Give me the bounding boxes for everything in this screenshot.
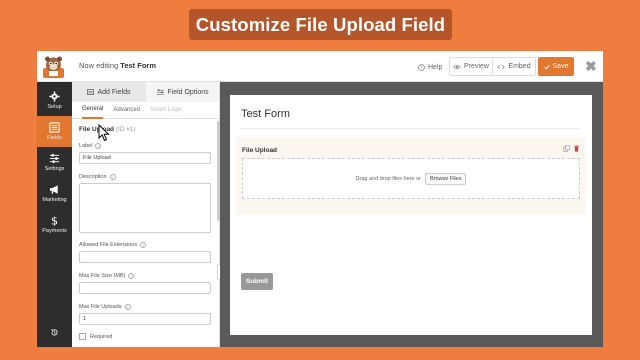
description-textarea[interactable]: [79, 183, 211, 233]
max-file-size-text: Max File Size (MB): [79, 273, 126, 279]
max-file-size-label: Max File Size (MB) ?: [79, 273, 212, 279]
subtab-general[interactable]: General: [82, 102, 104, 119]
panel-tabs: Add Fields Field Options: [72, 82, 219, 102]
browse-files-button[interactable]: Browse Files: [424, 172, 467, 185]
help-label: Help: [428, 63, 443, 71]
label-option-label: Label ?: [79, 143, 212, 149]
builder-topbar: Now editing Test Form ? Help Preview Emb…: [37, 51, 603, 82]
allowed-extensions-text: Allowed File Extensions: [79, 242, 138, 248]
gear-icon: [49, 91, 60, 102]
form-title-divider: [241, 128, 581, 129]
eye-icon: [453, 64, 461, 69]
help-tooltip-icon[interactable]: ?: [109, 174, 116, 180]
max-file-size-input[interactable]: [79, 282, 211, 294]
label-option-text: Label: [79, 143, 93, 149]
duplicate-icon[interactable]: [563, 145, 570, 152]
max-file-uploads-input[interactable]: 1: [79, 313, 211, 325]
save-label: Save: [552, 63, 569, 70]
max-file-uploads-text: Max File Uploads: [79, 304, 122, 310]
tab-field-options[interactable]: Field Options: [146, 82, 219, 102]
list-icon: [87, 89, 95, 95]
tab-field-options-label: Field Options: [167, 88, 209, 96]
general-options: File Upload (ID #1) Label ? File Upload …: [79, 126, 212, 340]
description-option-text: Description: [79, 174, 107, 180]
sliders-small-icon: [157, 89, 165, 95]
embed-button[interactable]: Embed: [492, 58, 535, 75]
svg-text:$: $: [51, 215, 58, 226]
mouse-cursor-icon: [98, 124, 110, 142]
form-preview-area: Test Form File Upload Drag and drop file…: [220, 82, 603, 347]
close-icon[interactable]: ✖: [585, 57, 597, 75]
required-checkbox[interactable]: [79, 333, 86, 340]
file-upload-field[interactable]: File Upload Drag and drop files here or …: [236, 137, 586, 215]
form-title: Test Form: [241, 108, 290, 120]
required-toggle-row: Required: [79, 333, 212, 340]
help-tooltip-icon[interactable]: ?: [140, 242, 147, 248]
sidebar-label-payments: Payments: [42, 228, 67, 234]
revisions-button[interactable]: [37, 318, 72, 347]
dollar-icon: $: [51, 215, 58, 226]
subtab-smart-logic[interactable]: Smart Logic: [150, 102, 182, 119]
dropzone-text: Drag and drop files here or: [355, 175, 421, 182]
form-preview-card: Test Form File Upload Drag and drop file…: [230, 95, 592, 335]
save-button[interactable]: Save: [538, 57, 574, 76]
sidebar-label-marketing: Marketing: [42, 197, 67, 203]
subtab-advanced[interactable]: Advanced: [113, 102, 140, 119]
preview-button[interactable]: Preview: [450, 58, 492, 75]
svg-text:?: ?: [420, 65, 422, 70]
tab-add-fields-label: Add Fields: [97, 88, 131, 96]
now-editing-prefix: Now editing: [79, 61, 119, 70]
help-tooltip-icon[interactable]: ?: [128, 273, 135, 279]
trash-icon[interactable]: [573, 145, 580, 152]
wpforms-logo-icon: [43, 56, 64, 78]
page-banner-title: Customize File Upload Field: [189, 9, 452, 40]
check-icon: [543, 64, 550, 70]
code-icon: [497, 64, 506, 69]
now-editing-text: Now editing Test Form: [79, 61, 156, 70]
required-label: Required: [90, 333, 113, 340]
help-tooltip-icon[interactable]: ?: [124, 304, 131, 310]
sidebar-item-payments[interactable]: $ Payments: [37, 209, 72, 240]
help-icon: ?: [418, 63, 425, 71]
sidebar-item-settings[interactable]: Settings: [37, 147, 72, 178]
sidebar-item-fields[interactable]: Fields: [37, 116, 72, 147]
sidebar-label-settings: Settings: [44, 166, 65, 172]
allowed-extensions-input[interactable]: [79, 251, 211, 263]
field-actions: [563, 145, 580, 152]
sidebar-item-marketing[interactable]: Marketing: [37, 178, 72, 209]
megaphone-icon: [49, 185, 58, 194]
file-dropzone[interactable]: Drag and drop files here or Browse Files: [242, 158, 580, 199]
sidebar-item-setup[interactable]: Setup: [37, 85, 72, 116]
tab-add-fields[interactable]: Add Fields: [72, 82, 146, 102]
field-options-panel: Add Fields Field Options General Advance…: [72, 82, 220, 347]
fields-list-icon: [49, 122, 60, 133]
form-builder-window: Now editing Test Form ? Help Preview Emb…: [37, 51, 603, 347]
builder-sidebar-nav: Setup Fields Settings Marketing $ Paymen…: [37, 82, 72, 347]
options-subtabs: General Advanced Smart Logic: [72, 102, 219, 119]
help-tooltip-icon[interactable]: ?: [95, 143, 102, 149]
file-upload-field-label: File Upload: [242, 147, 278, 154]
allowed-extensions-label: Allowed File Extensions ?: [79, 242, 212, 248]
embed-label: Embed: [508, 63, 531, 70]
preview-embed-group: Preview Embed: [449, 57, 536, 76]
description-option-label: Description ?: [79, 174, 212, 180]
sidebar-label-setup: Setup: [47, 104, 62, 110]
max-file-uploads-label: Max File Uploads ?: [79, 304, 212, 310]
label-input[interactable]: File Upload: [79, 152, 211, 164]
sidebar-label-fields: Fields: [47, 135, 62, 141]
sliders-icon: [49, 153, 60, 164]
history-icon: [50, 329, 58, 336]
preview-label: Preview: [464, 63, 489, 70]
form-name: Test Form: [120, 61, 156, 70]
submit-button[interactable]: Submit: [241, 273, 273, 290]
help-button[interactable]: ? Help: [418, 59, 442, 75]
field-heading-id: (ID #1): [115, 126, 136, 133]
